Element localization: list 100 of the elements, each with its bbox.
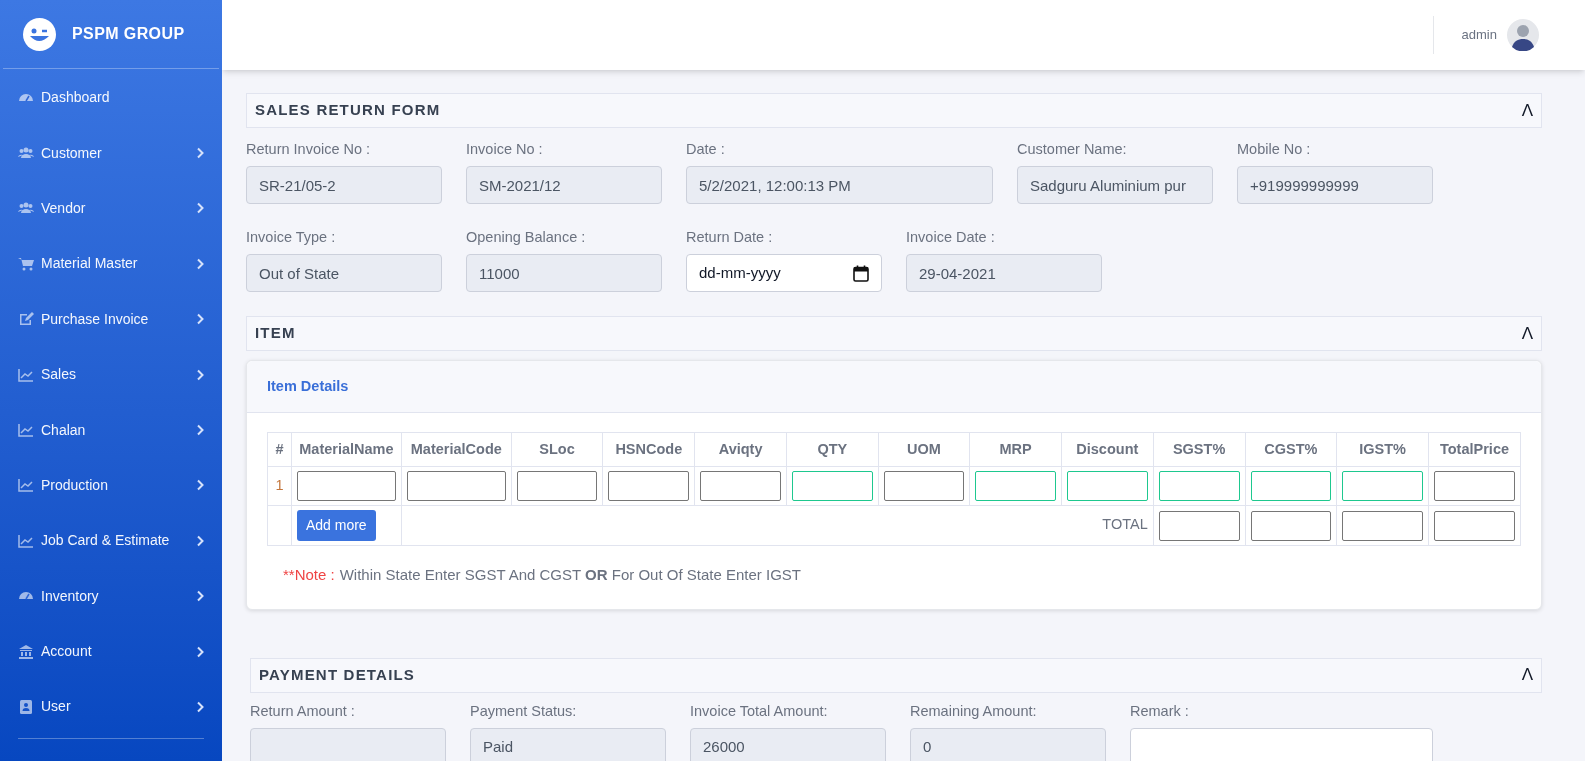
column-header: CGST% <box>1245 432 1337 467</box>
collapse-toggle[interactable]: Λ <box>1521 97 1533 124</box>
field-label: Remaining Amount: <box>910 701 1038 721</box>
nav-item[interactable]: Chalan <box>0 402 222 458</box>
cart-icon <box>18 255 34 272</box>
nav-item[interactable]: Customer <box>0 125 222 181</box>
nav-item[interactable]: Inventory <box>0 568 222 624</box>
table-input[interactable] <box>700 471 781 501</box>
calendar-icon[interactable] <box>853 264 869 282</box>
input-field[interactable]: Paid <box>470 727 666 761</box>
section-title: ITEM <box>255 323 296 344</box>
total-label: TOTAL <box>1102 516 1148 532</box>
column-header: MaterialName <box>291 432 402 467</box>
table-input[interactable] <box>1342 471 1423 501</box>
smiley-logo-icon <box>23 17 56 51</box>
chevron-icon <box>196 368 204 381</box>
user-name[interactable]: admin <box>1461 25 1497 45</box>
nav-item[interactable]: Sales <box>0 346 222 403</box>
card-title: Item Details <box>267 376 349 396</box>
nav-item[interactable]: Purchase Invoice <box>0 291 222 347</box>
collapse-toggle[interactable]: Λ <box>1521 662 1533 688</box>
input-field[interactable]: +919999999999 <box>1237 166 1433 204</box>
section-title: PAYMENT DETAILS <box>259 664 416 685</box>
column-header: Discount <box>1061 432 1154 467</box>
field-label: Date : <box>686 140 726 159</box>
chevron-icon <box>196 202 204 215</box>
column-header: QTY <box>786 432 879 467</box>
table-input[interactable] <box>1250 510 1332 541</box>
nav-item[interactable]: User <box>0 679 222 735</box>
nav-item[interactable]: Dashboard <box>0 70 222 126</box>
field-label: Invoice Type : <box>246 228 337 247</box>
table-input[interactable] <box>296 471 396 501</box>
id-card-icon <box>18 699 34 715</box>
field-label: Mobile No : <box>1237 140 1312 159</box>
table-input[interactable] <box>1158 471 1240 501</box>
field-label: Opening Balance : <box>466 228 587 247</box>
table-input[interactable] <box>1342 510 1423 541</box>
table-input[interactable] <box>1158 510 1240 541</box>
table-input[interactable] <box>1066 471 1148 501</box>
section-title: SALES RETURN FORM <box>255 100 441 121</box>
table-input[interactable] <box>1434 471 1515 501</box>
field-label: Return Invoice No : <box>246 140 372 159</box>
chart-icon <box>18 532 34 549</box>
bank-icon <box>18 643 34 660</box>
nav-item[interactable]: Production <box>0 457 222 514</box>
chevron-icon <box>196 534 204 547</box>
input-field[interactable]: 26000 <box>690 727 886 761</box>
collapse-toggle[interactable]: Λ <box>1521 320 1533 347</box>
add-more-button[interactable]: Add more <box>296 510 376 541</box>
field-label: Invoice No : <box>466 140 544 159</box>
column-header: TotalPrice <box>1428 432 1521 467</box>
chevron-icon <box>196 701 204 713</box>
nav-item[interactable]: Vendor <box>0 180 222 237</box>
nav-item[interactable]: Job Card & Estimate <box>0 513 222 569</box>
input-field[interactable]: SR-21/05-2 <box>246 166 442 204</box>
table-input[interactable] <box>406 471 506 501</box>
chart-icon <box>18 366 34 383</box>
brand-name: PSPM GROUP <box>72 24 185 44</box>
note-text: Within State Enter SGST And CGST OR For Out Of State Enter IGST <box>339 565 801 585</box>
date-field[interactable]: dd-mm-yyyy <box>686 254 882 292</box>
edit-icon <box>18 311 34 328</box>
chevron-icon <box>196 147 204 160</box>
chevron-icon <box>196 645 204 658</box>
column-header: # <box>267 432 292 467</box>
input-field[interactable] <box>250 727 446 761</box>
chevron-icon <box>196 590 204 603</box>
column-header: Aviqty <box>694 432 787 467</box>
field-label: Customer Name: <box>1017 140 1128 159</box>
input-field[interactable]: 5/2/2021, 12:00:13 PM <box>686 166 993 204</box>
field-label: Payment Status: <box>470 701 578 721</box>
column-header: UOM <box>878 432 970 467</box>
table-input[interactable] <box>516 471 598 501</box>
column-header: HSNCode <box>602 432 695 467</box>
field-label: Invoice Date : <box>906 228 996 247</box>
table-input[interactable] <box>883 471 965 501</box>
column-header: MRP <box>969 432 1062 467</box>
chart-icon <box>18 422 34 439</box>
table-input[interactable] <box>975 471 1056 501</box>
column-header: SLoc <box>511 432 603 467</box>
table-input[interactable] <box>1250 471 1332 501</box>
nav-item[interactable]: Material Master <box>0 236 222 292</box>
input-field[interactable]: 0 <box>910 727 1106 761</box>
field-label: Return Amount : <box>250 701 356 721</box>
chevron-icon <box>196 424 204 437</box>
chevron-icon <box>196 257 204 270</box>
table-input[interactable] <box>1434 510 1515 541</box>
input-field[interactable]: Out of State <box>246 254 442 292</box>
table-input[interactable] <box>608 471 690 501</box>
column-header: MaterialCode <box>401 432 512 467</box>
input-field[interactable]: Sadguru Aluminium pur <box>1017 166 1213 204</box>
input-field[interactable]: 11000 <box>466 254 662 292</box>
column-header: IGST% <box>1336 432 1429 467</box>
chevron-icon <box>196 479 204 492</box>
input-field[interactable]: SM-2021/12 <box>466 166 662 204</box>
input-field[interactable]: 29-04-2021 <box>906 254 1102 292</box>
table-input[interactable] <box>792 471 873 501</box>
chart-icon <box>18 477 34 494</box>
nav-item[interactable]: Account <box>0 623 222 680</box>
avatar-icon[interactable] <box>1507 19 1539 51</box>
chevron-icon <box>196 313 204 326</box>
